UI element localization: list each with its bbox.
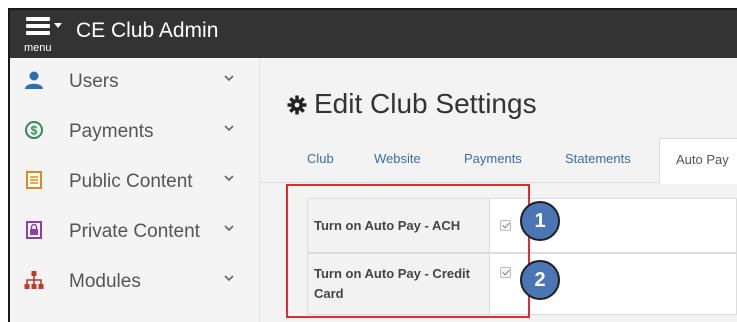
frame-border-top [8, 8, 737, 10]
chevron-down-icon [224, 75, 234, 82]
tab-auto-pay[interactable]: Auto Pay [659, 138, 737, 184]
auto-pay-credit-card-checkbox[interactable] [500, 267, 511, 278]
chevron-down-icon [224, 175, 234, 182]
sidebar-item-label: Public Content [69, 171, 193, 192]
tab-website[interactable]: Website [374, 151, 421, 166]
app-title: CE Club Admin [76, 19, 219, 42]
hamburger-icon [26, 17, 50, 38]
tab-payments[interactable]: Payments [464, 151, 522, 166]
svg-text:$: $ [31, 124, 38, 138]
sitemap-icon [24, 271, 44, 289]
page-title-text: Edit Club Settings [314, 88, 537, 119]
locked-document-icon [26, 221, 42, 239]
callout-badge-2: 2 [520, 260, 560, 300]
sidebar-item-label: Modules [69, 271, 141, 292]
sidebar-item-modules[interactable]: Modules [10, 258, 260, 308]
dollar-circle-icon: $ [25, 121, 43, 139]
sidebar-item-label: Users [69, 71, 119, 92]
sidebar-item-private-content[interactable]: Private Content [10, 208, 260, 258]
caret-down-icon [54, 23, 62, 28]
tab-statements[interactable]: Statements [565, 151, 631, 166]
main-content: Edit Club Settings Club Website Payments… [261, 58, 737, 322]
frame-border-left [8, 8, 10, 322]
sidebar-item-payments[interactable]: $ Payments [10, 108, 260, 158]
sidebar: Users $ Payments Public Content Private … [10, 58, 260, 322]
user-icon [25, 71, 43, 89]
sidebar-item-label: Private Content [69, 221, 200, 242]
auto-pay-ach-checkbox[interactable] [500, 220, 511, 231]
setting-label: Turn on Auto Pay - Credit Card [308, 254, 490, 314]
app-window: menu CE Club Admin Users $ Payments Publ… [8, 8, 737, 322]
chevron-down-icon [224, 275, 234, 282]
sidebar-item-public-content[interactable]: Public Content [10, 158, 260, 208]
top-bar: menu CE Club Admin [8, 8, 737, 58]
document-icon [26, 171, 42, 189]
chevron-down-icon [224, 225, 234, 232]
sidebar-item-label: Payments [69, 121, 154, 142]
setting-label: Turn on Auto Pay - ACH [308, 199, 490, 252]
sidebar-item-users[interactable]: Users [10, 58, 260, 108]
settings-tabs: Club Website Payments Statements Auto Pa… [261, 138, 737, 184]
menu-label: menu [24, 42, 52, 54]
menu-button[interactable]: menu [22, 14, 66, 54]
gear-icon [287, 95, 307, 115]
callout-badge-1: 1 [520, 201, 560, 241]
chevron-down-icon [224, 125, 234, 132]
tab-club[interactable]: Club [307, 151, 334, 166]
